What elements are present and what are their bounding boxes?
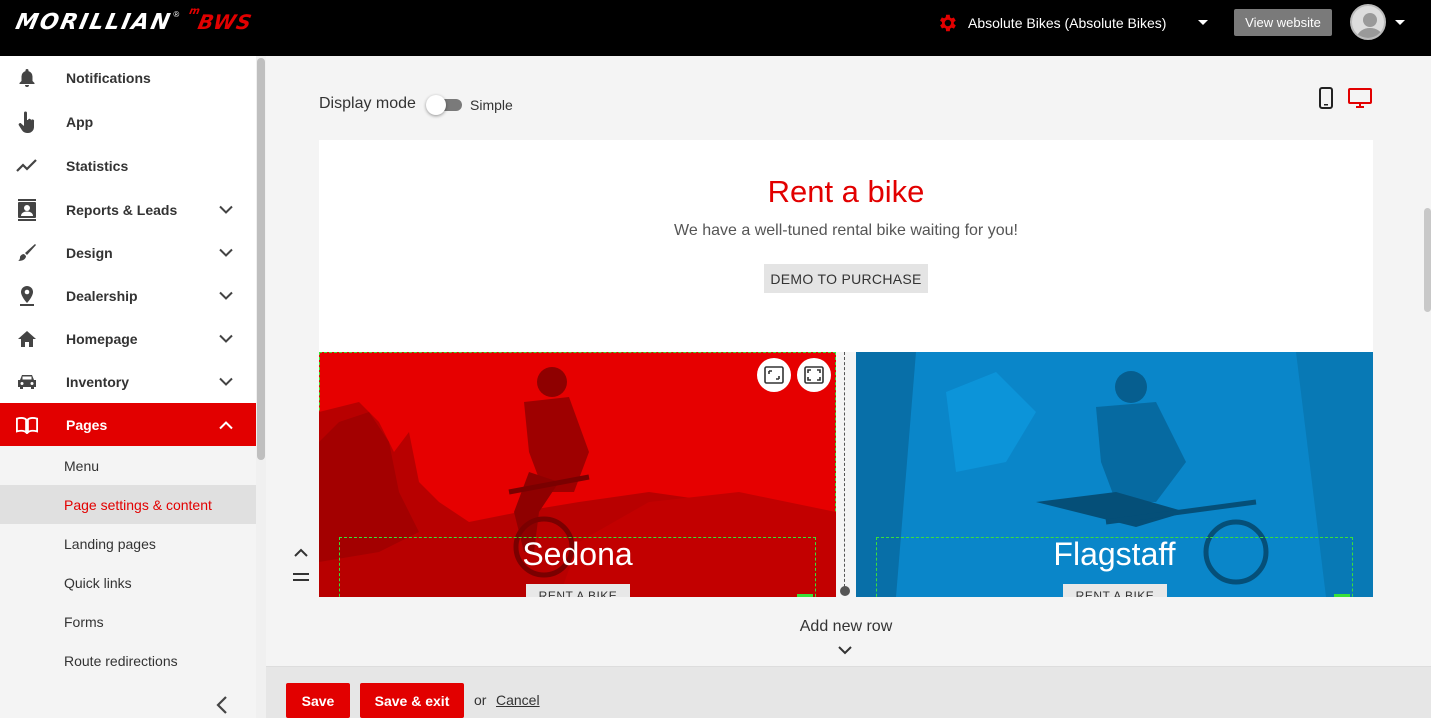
avatar[interactable] xyxy=(1350,4,1386,40)
sidebar-item-app[interactable]: App xyxy=(0,100,256,143)
editor-footer: Save Save & exit or Cancel xyxy=(266,666,1431,718)
chevron-down-icon xyxy=(219,248,233,257)
sidebar-item-label: Statistics xyxy=(66,157,129,174)
sidebar-collapse-bar[interactable] xyxy=(0,680,256,718)
sidebar-item-pages[interactable]: Pages xyxy=(0,403,256,446)
mobile-device-icon[interactable] xyxy=(1319,87,1333,109)
subnav-item-route-redirections[interactable]: Route redirections xyxy=(0,641,256,680)
resize-handle[interactable] xyxy=(1334,594,1350,597)
sidebar: Notifications App Statistics Reports & L… xyxy=(0,56,256,680)
product-label: BWS xyxy=(196,10,255,34)
sidebar-item-label: Design xyxy=(66,244,113,261)
chevron-down-icon[interactable] xyxy=(838,646,852,655)
rent-a-bike-button[interactable]: RENT A BIKE xyxy=(1063,584,1167,597)
subnav-item-landing-pages[interactable]: Landing pages xyxy=(0,524,256,563)
chevron-left-icon[interactable] xyxy=(216,696,228,714)
chevron-up-icon xyxy=(219,420,233,429)
brand-registered: ® xyxy=(173,9,180,19)
shrink-image-button[interactable] xyxy=(757,358,791,392)
fullsize-image-button[interactable] xyxy=(797,358,831,392)
hero-subtitle[interactable]: We have a well-tuned rental bike waiting… xyxy=(319,222,1373,240)
chevron-down-icon xyxy=(219,291,233,300)
chevron-down-icon xyxy=(219,334,233,343)
tile-title[interactable]: Flagstaff xyxy=(856,536,1373,573)
sidebar-item-label: Pages xyxy=(66,416,108,433)
tile-title[interactable]: Sedona xyxy=(319,536,836,573)
bell-icon xyxy=(16,67,38,89)
sidebar-scrollbar[interactable] xyxy=(256,56,266,718)
dealer-name: Absolute Bikes (Absolute Bikes) xyxy=(968,15,1167,31)
tile-sedona[interactable]: Sedona RENT A BIKE xyxy=(319,352,836,597)
display-mode-toggle[interactable] xyxy=(426,95,462,115)
product-name: mBWS xyxy=(185,6,255,34)
or-label: or xyxy=(474,692,487,708)
contact-card-icon xyxy=(16,198,38,221)
main-scroll-thumb[interactable] xyxy=(1424,208,1431,312)
sidebar-item-inventory[interactable]: Inventory xyxy=(0,360,256,403)
column-resize-handle[interactable] xyxy=(840,586,850,596)
sidebar-item-design[interactable]: Design xyxy=(0,231,256,274)
map-pin-icon xyxy=(16,285,38,307)
brush-icon xyxy=(16,242,38,264)
trend-line-icon xyxy=(16,155,38,177)
sidebar-item-homepage[interactable]: Homepage xyxy=(0,317,256,360)
add-new-row-button[interactable]: Add new row xyxy=(746,618,946,636)
subnav-item-quick-links[interactable]: Quick links xyxy=(0,563,256,602)
sidebar-item-label: Homepage xyxy=(66,330,138,347)
brand-name: MORILLIAN xyxy=(13,9,175,35)
rent-a-bike-button[interactable]: RENT A BIKE xyxy=(526,584,630,597)
sidebar-item-statistics[interactable]: Statistics xyxy=(0,144,256,187)
sidebar-item-notifications[interactable]: Notifications xyxy=(0,56,256,99)
dealer-selector[interactable]: Absolute Bikes (Absolute Bikes) xyxy=(936,11,1166,35)
chevron-down-icon xyxy=(219,205,233,214)
hand-pointer-icon xyxy=(16,111,38,133)
chevron-up-icon[interactable] xyxy=(294,548,308,557)
caret-down-icon[interactable] xyxy=(1197,19,1209,27)
sidebar-item-dealership[interactable]: Dealership xyxy=(0,274,256,317)
sidebar-item-label: Reports & Leads xyxy=(66,201,178,218)
drag-handle-icon[interactable] xyxy=(292,572,310,582)
sidebar-scroll-thumb[interactable] xyxy=(257,58,265,460)
sidebar-item-label: App xyxy=(66,113,94,130)
top-bar: MORILLIAN ® mBWS Absolute Bikes (Absolut… xyxy=(0,0,1431,56)
column-divider[interactable] xyxy=(844,352,845,592)
display-mode-label: Display mode xyxy=(319,95,416,112)
subnav-item-page-settings[interactable]: Page settings & content xyxy=(0,485,256,524)
chevron-down-icon xyxy=(219,377,233,386)
view-website-button[interactable]: View website xyxy=(1234,9,1332,36)
morillian-logo[interactable]: MORILLIAN ® mBWS xyxy=(13,6,255,35)
demo-to-purchase-button[interactable]: DEMO TO PURCHASE xyxy=(764,264,928,293)
book-icon xyxy=(16,414,38,436)
fullscreen-icon xyxy=(804,366,824,384)
caret-down-icon[interactable] xyxy=(1394,19,1406,27)
desktop-device-icon[interactable] xyxy=(1348,87,1372,109)
toggle-knob xyxy=(426,95,446,115)
gear-icon xyxy=(940,14,956,32)
car-icon xyxy=(16,371,38,393)
display-mode-value: Simple xyxy=(470,97,513,113)
sidebar-item-label: Notifications xyxy=(66,69,151,86)
hero-block[interactable]: Rent a bike We have a well-tuned rental … xyxy=(319,140,1373,352)
main-scrollbar[interactable] xyxy=(1424,56,1431,718)
save-exit-button[interactable]: Save & exit xyxy=(360,683,464,718)
user-silhouette-icon xyxy=(1356,13,1384,38)
save-button[interactable]: Save xyxy=(286,683,350,718)
sidebar-item-reports-leads[interactable]: Reports & Leads xyxy=(0,188,256,231)
home-icon xyxy=(16,328,38,350)
resize-icon xyxy=(764,366,784,384)
sidebar-item-label: Inventory xyxy=(66,373,130,390)
subnav-item-forms[interactable]: Forms xyxy=(0,602,256,641)
sidebar-item-label: Dealership xyxy=(66,287,138,304)
tile-flagstaff[interactable]: Flagstaff RENT A BIKE xyxy=(856,352,1373,597)
resize-handle[interactable] xyxy=(797,594,813,597)
cancel-link[interactable]: Cancel xyxy=(496,692,540,708)
hero-title[interactable]: Rent a bike xyxy=(319,174,1373,210)
subnav-item-menu[interactable]: Menu xyxy=(0,446,256,485)
